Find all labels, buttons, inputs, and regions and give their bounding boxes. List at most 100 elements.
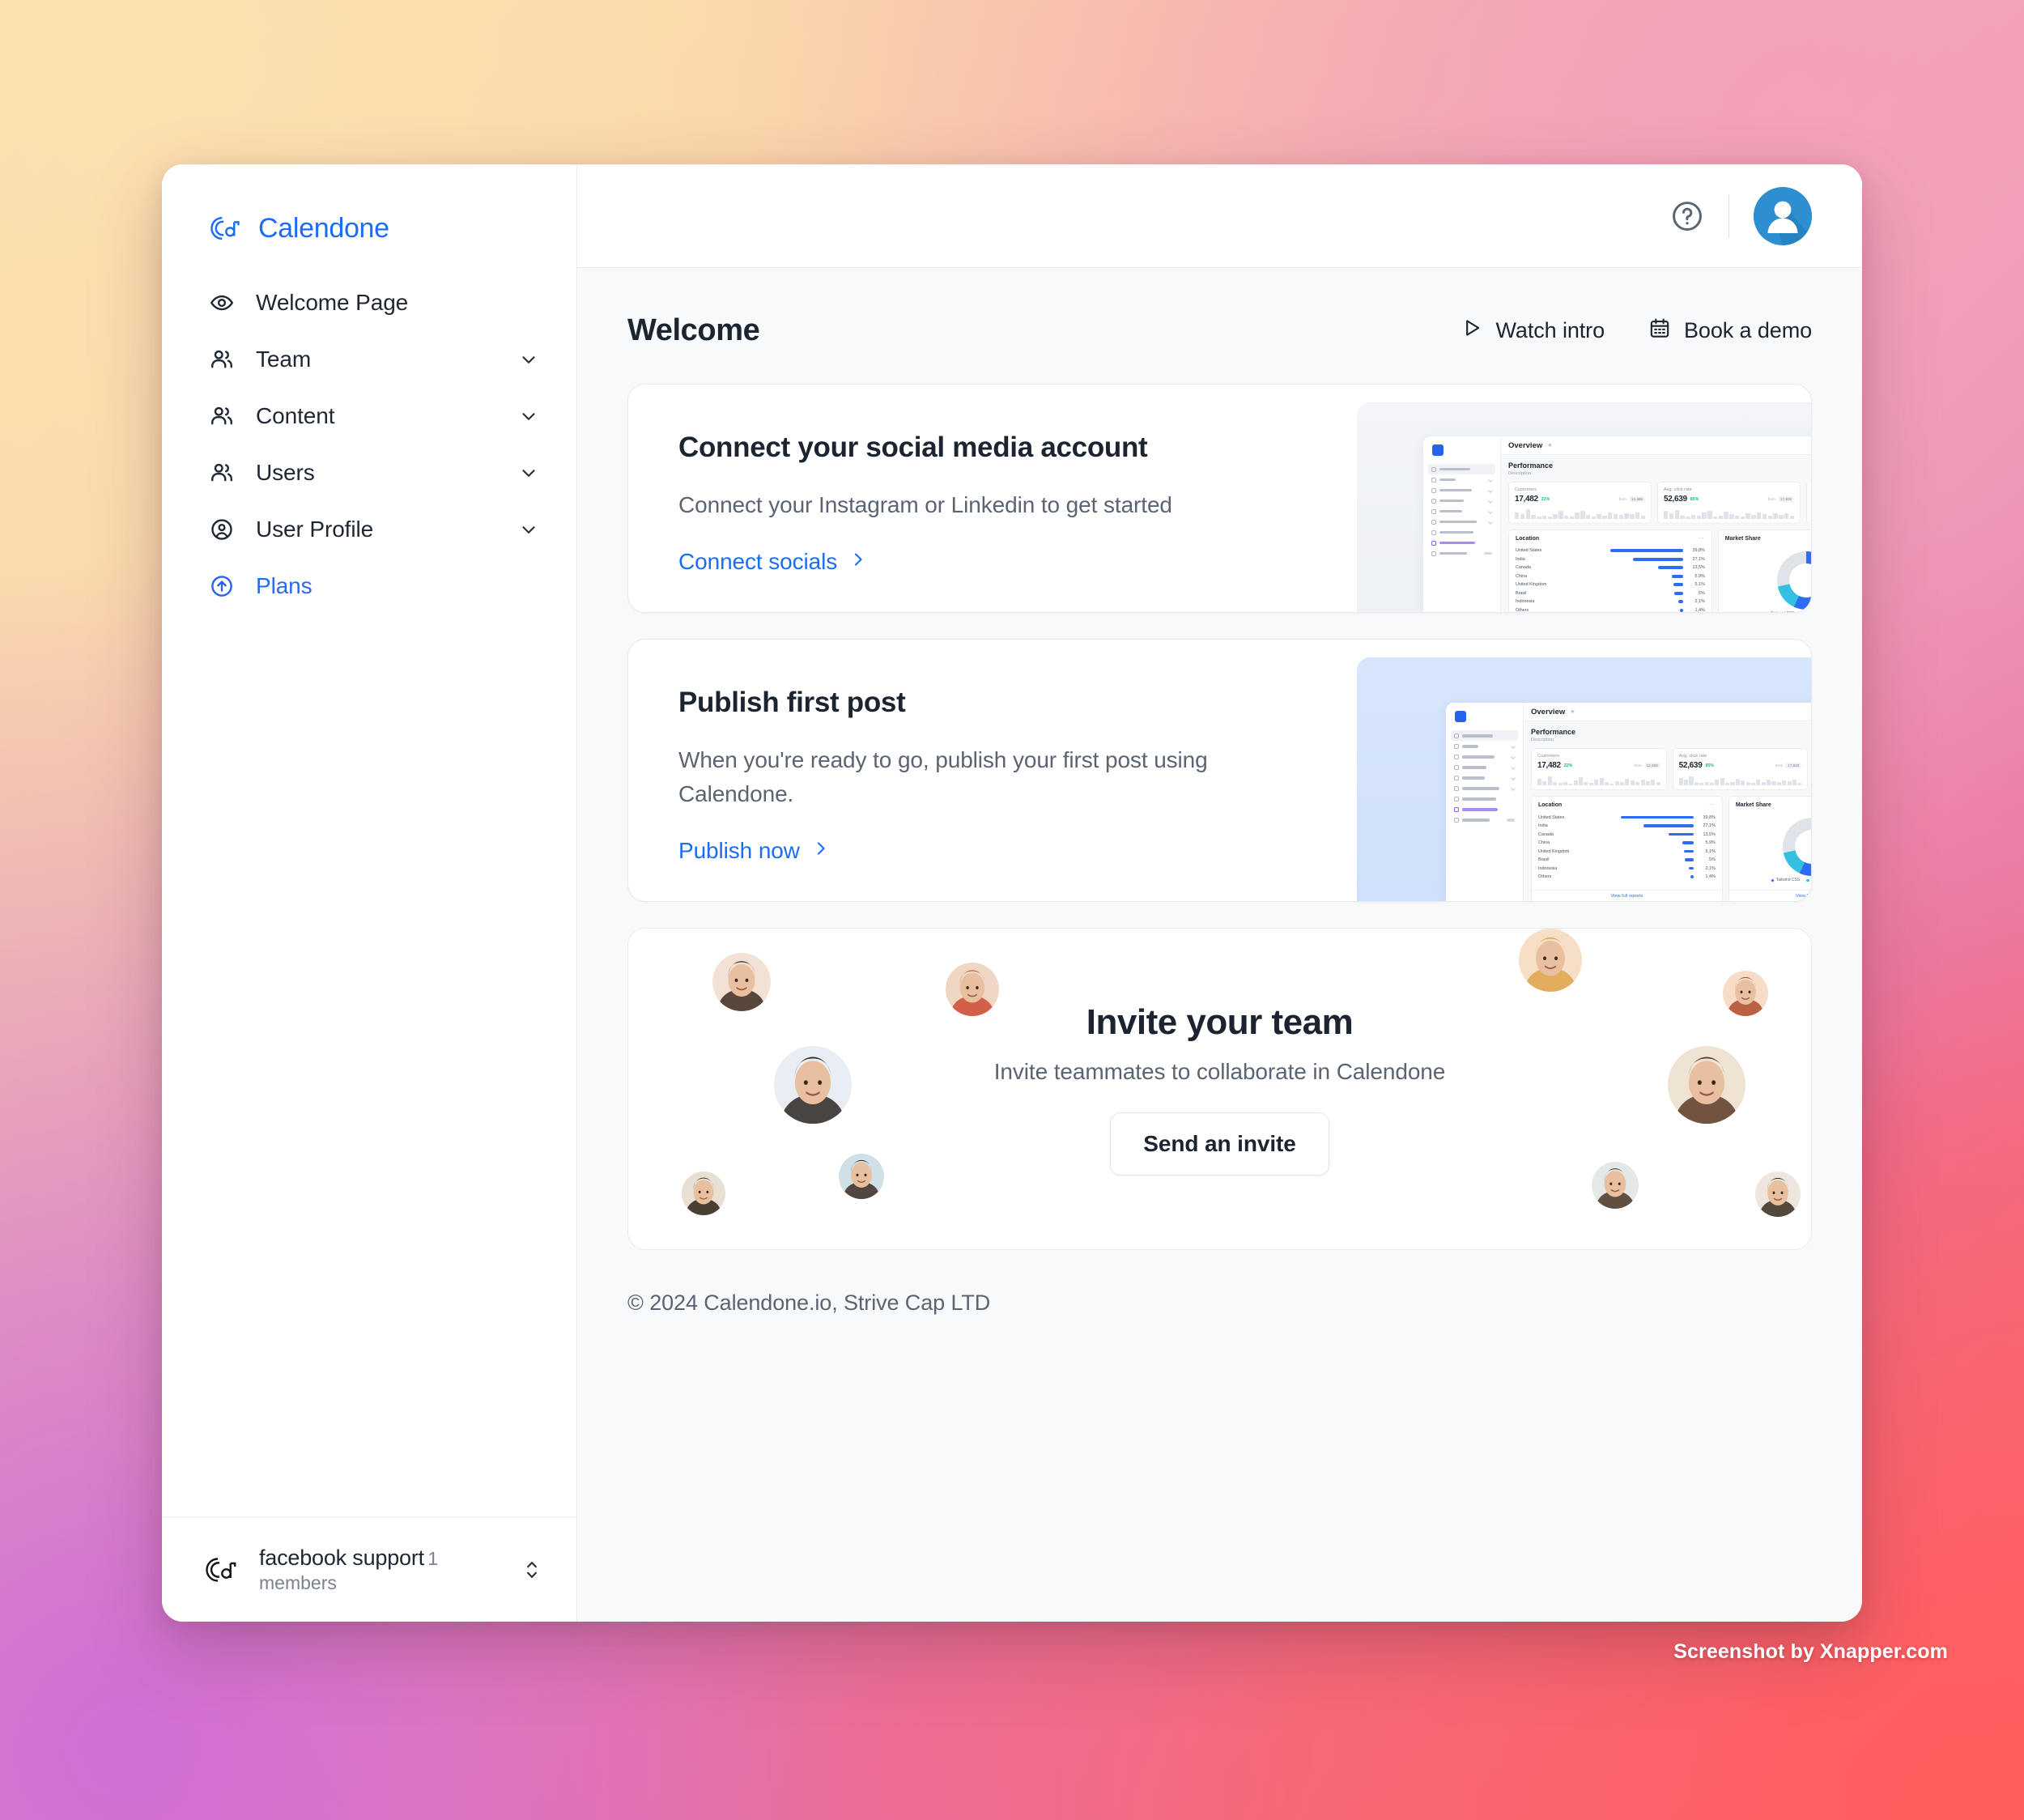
stat-sparkline bbox=[1678, 774, 1802, 786]
avatar bbox=[1755, 1172, 1801, 1218]
preview-sidebar bbox=[1446, 703, 1524, 902]
page-title: Welcome bbox=[627, 313, 760, 347]
send-an-invite-button[interactable]: Send an invite bbox=[1110, 1112, 1329, 1176]
dashboard-preview: Overview ★ ⌕ Search or type a command ⌘ … bbox=[1446, 703, 1811, 902]
book-a-demo-button[interactable]: Book a demo bbox=[1648, 317, 1812, 345]
stat-from-label: from bbox=[1775, 763, 1784, 768]
card-thumbnail: Overview ★ ⌕ Search or type a command ⌘ … bbox=[1357, 640, 1811, 902]
preview-nav-icon bbox=[1454, 764, 1459, 770]
chevron-down-icon[interactable] bbox=[518, 519, 539, 540]
preview-nav-item bbox=[1451, 730, 1518, 742]
connect-socials-link[interactable]: Connect socials bbox=[678, 549, 1357, 575]
preview-nav-icon bbox=[1454, 785, 1459, 791]
avatar bbox=[1668, 1046, 1745, 1125]
preview-nav-item bbox=[1451, 751, 1518, 762]
users-icon bbox=[209, 460, 235, 486]
preview-panels: Location ⋯ United States 39,8% India 27,1% … bbox=[1508, 529, 1811, 613]
panel-footer-link[interactable]: View full reports bbox=[1532, 890, 1722, 901]
sidebar-item-label: Plans bbox=[256, 573, 539, 599]
card-title: Publish first post bbox=[678, 687, 906, 719]
chevron-right-icon bbox=[811, 838, 831, 864]
topbar-divider bbox=[1728, 193, 1729, 238]
watch-intro-button[interactable]: Watch intro bbox=[1461, 317, 1605, 345]
card-description: Connect your Instagram or Linkedin to ge… bbox=[678, 492, 1172, 517]
panel-footer-link[interactable]: View full reports bbox=[1728, 890, 1811, 901]
preview-stat-card: Sessions 21,336 0.2% from22,546 bbox=[1806, 482, 1811, 524]
stat-delta: 85% bbox=[1705, 763, 1714, 768]
panel-title: Location bbox=[1516, 535, 1540, 542]
preview-nav-item bbox=[1451, 762, 1518, 772]
preview-stat-card: Avg. click rate 52,639 85% from 17,926 bbox=[1672, 748, 1809, 791]
preview-main: Overview ★ ⌕ Search or type a command ⌘ … bbox=[1501, 436, 1811, 613]
sidebar-item-plans[interactable]: Plans bbox=[183, 558, 555, 614]
location-chart: United States 39,8% India 27,1% Canada 13,5… bbox=[1516, 548, 1705, 613]
chevron-up-down-icon[interactable] bbox=[521, 1556, 542, 1584]
thumbnail-backdrop: Overview ★ ⌕ Search or type a command ⌘ … bbox=[1357, 402, 1811, 613]
sidebar-item-content[interactable]: Content bbox=[183, 388, 555, 444]
card-body: Publish first post When you're ready to … bbox=[628, 640, 1357, 901]
book-a-demo-label: Book a demo bbox=[1684, 318, 1812, 342]
card-title: Connect your social media account bbox=[678, 432, 1148, 463]
chevron-down-icon[interactable] bbox=[518, 406, 539, 427]
connect-socials-label: Connect socials bbox=[678, 549, 838, 575]
stat-from-label: from bbox=[1767, 497, 1775, 501]
preview-nav-icon bbox=[1431, 477, 1436, 483]
preview-nav-item bbox=[1451, 772, 1518, 783]
preview-topbar: Overview ★ ⌕ Search or type a command ⌘ … bbox=[1501, 436, 1811, 455]
preview-nav-item bbox=[1428, 538, 1495, 548]
sidebar-item-team[interactable]: Team bbox=[183, 331, 555, 388]
page-header-actions: Watch intro Book a demo bbox=[1461, 317, 1812, 345]
preview-stats: Customers 17,482 22% from 12,398 Avg. cl… bbox=[1508, 482, 1811, 524]
chevron-down-icon[interactable] bbox=[518, 462, 539, 483]
question-circle-icon[interactable] bbox=[1670, 199, 1704, 233]
panel-title: Market Share bbox=[1724, 535, 1761, 542]
chart-legend: Tailwind CSS Preline UI Others bbox=[1725, 611, 1811, 613]
preview-nav-icon bbox=[1431, 508, 1436, 514]
preview-logo-icon bbox=[1455, 711, 1466, 723]
stat-delta: 85% bbox=[1690, 496, 1699, 502]
preview-content: Performance Description Customers 17,482… bbox=[1524, 721, 1811, 902]
preview-stat-card: Customers 17,482 22% from 12,398 bbox=[1531, 748, 1667, 791]
dashboard-preview: Overview ★ ⌕ Search or type a command ⌘ … bbox=[1423, 436, 1811, 613]
preview-nav-icon bbox=[1454, 743, 1459, 749]
preview-section-sub: Description bbox=[1531, 738, 1554, 743]
calendone-mark-icon bbox=[204, 1554, 241, 1586]
stat-from-value: 12,398 bbox=[1643, 763, 1660, 769]
sidebar-item-welcome-page[interactable]: Welcome Page bbox=[183, 274, 555, 331]
stat-value: 17,482 bbox=[1537, 761, 1561, 771]
preview-stat-card: Customers 17,482 22% from 12,398 bbox=[1508, 482, 1652, 524]
users-icon bbox=[209, 403, 235, 429]
stat-from-label: from bbox=[1634, 763, 1642, 768]
card-spacer bbox=[678, 521, 1357, 549]
preview-nav-item bbox=[1451, 783, 1518, 793]
preview-topbar: Overview ★ ⌕ Search or type a command ⌘ … bbox=[1524, 703, 1811, 722]
preview-nav-item bbox=[1428, 474, 1495, 485]
preview-nav-icon bbox=[1454, 754, 1459, 759]
preview-market-panel: Market Share⋯ Tailwind CSS Preline UI Ot… bbox=[1717, 529, 1811, 613]
card-description: When you're ready to go, publish your fi… bbox=[678, 747, 1208, 806]
stat-label: Avg. click rate bbox=[1678, 754, 1707, 759]
sidebar-item-user-profile[interactable]: User Profile bbox=[183, 501, 555, 558]
preview-nav-item bbox=[1428, 495, 1495, 506]
preview-nav-icon bbox=[1431, 487, 1436, 493]
sidebar-item-label: Content bbox=[256, 403, 335, 428]
stat-from-label: from bbox=[1618, 497, 1626, 501]
avatar bbox=[712, 953, 771, 1012]
chevron-down-icon[interactable] bbox=[518, 349, 539, 370]
preview-nav-item bbox=[1451, 814, 1518, 825]
stat-label: Customers bbox=[1537, 754, 1560, 759]
preview-panels: Location ⋯ United States 39,8% India 27,1% … bbox=[1531, 796, 1811, 902]
avatar bbox=[682, 1172, 725, 1216]
preview-content: Performance Description Customers 17,482… bbox=[1501, 455, 1811, 613]
user-avatar-icon[interactable] bbox=[1754, 186, 1812, 245]
workspace-switcher[interactable]: facebook support 1 members bbox=[162, 1516, 576, 1622]
top-bar bbox=[577, 164, 1862, 268]
preview-location-panel: Location ⋯ United States 39,8% India 27,1% … bbox=[1508, 529, 1712, 613]
avatar bbox=[1592, 1162, 1639, 1210]
brand[interactable]: Calendone bbox=[162, 164, 576, 255]
stat-sparkline bbox=[1664, 508, 1795, 519]
card-spacer bbox=[678, 810, 1357, 838]
sidebar-item-users[interactable]: Users bbox=[183, 444, 555, 501]
card-connect-socials: Connect your social media account Connec… bbox=[627, 384, 1812, 614]
publish-now-link[interactable]: Publish now bbox=[678, 838, 1357, 864]
